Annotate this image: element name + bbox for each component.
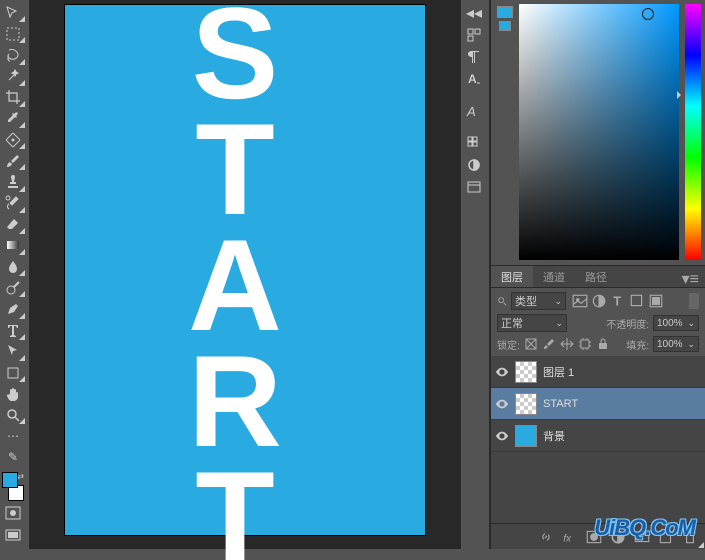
visibility-icon[interactable] [495,429,509,443]
canvas-area: START [30,0,460,549]
screen-mode-toggle[interactable] [0,526,26,547]
filter-image-icon[interactable] [572,293,588,309]
dodge-tool[interactable] [0,277,26,298]
panel-menu-icon[interactable]: ▾≡ [676,266,705,287]
panel-tabs: 图层 通道 路径 ▾≡ [491,266,705,288]
svg-text:A: A [466,104,476,119]
tab-paths[interactable]: 路径 [575,266,617,287]
lock-paint-icon[interactable] [542,337,556,351]
blur-tool[interactable] [0,256,26,277]
svg-text:fx: fx [563,533,572,544]
panel-fg-swatch[interactable] [497,6,513,18]
glyphs-panel-icon[interactable]: A [461,100,487,122]
color-swatches[interactable]: ⇄ [0,472,26,501]
foreground-color-swatch[interactable] [2,472,18,488]
character-panel-icon[interactable]: A [461,68,487,90]
filter-smart-icon[interactable] [648,293,664,309]
color-field[interactable] [519,4,679,260]
fill-value: 100% [657,339,683,350]
edit-toolbar[interactable]: ✎ [0,447,26,468]
patch-tool[interactable] [0,129,26,150]
lasso-tool[interactable] [0,44,26,65]
arrange-panel-icon[interactable] [461,24,487,46]
swap-colors-icon[interactable]: ⇄ [17,472,24,481]
brush-tool[interactable] [0,150,26,171]
shape-tool[interactable] [0,362,26,383]
stamp-tool[interactable] [0,171,26,192]
layer-fx-button[interactable]: fx [561,528,579,546]
color-indicator[interactable] [495,4,515,260]
gradient-tool[interactable] [0,235,26,256]
layer-name[interactable]: START [543,398,578,410]
layer-thumbnail[interactable] [515,393,537,415]
opacity-label: 不透明度: [606,316,649,331]
blend-mode-select[interactable]: 正常⌄ [497,314,567,332]
history-brush-tool[interactable] [0,193,26,214]
type-tool[interactable] [0,320,26,341]
tab-layers[interactable]: 图层 [491,266,533,287]
lock-artboard-icon[interactable] [578,337,592,351]
lock-position-icon[interactable] [560,337,574,351]
blend-mode-label: 正常 [501,315,523,331]
layer-controls: 类型⌄ T 正常⌄ 不透明度: 100%⌄ 锁定: [491,288,705,356]
opacity-value: 100% [657,318,683,329]
layers-panel: 图层 通道 路径 ▾≡ 类型⌄ T 正常⌄ 不透明度: [491,265,705,549]
eyedropper-tool[interactable] [0,108,26,129]
layer-thumbnail[interactable] [515,425,537,447]
fill-label: 填充: [626,337,649,352]
mid-toolbar: ◂◂ A A [460,0,490,549]
filter-adjust-icon[interactable] [591,293,607,309]
layer-row[interactable]: START [491,388,705,420]
crop-tool[interactable] [0,87,26,108]
color-picker-panel [491,0,705,265]
paragraph-panel-icon[interactable] [461,46,487,68]
hue-slider[interactable] [685,4,701,260]
svg-text:T: T [613,295,621,309]
layer-filter-type-label: 类型 [515,293,537,309]
fill-input[interactable]: 100%⌄ [653,336,699,352]
layer-name[interactable]: 图层 1 [543,364,574,380]
opacity-input[interactable]: 100%⌄ [653,315,699,331]
canvas-text-layer[interactable]: START [160,0,310,560]
wand-tool[interactable] [0,66,26,87]
document-canvas[interactable]: START [65,5,425,535]
right-panels: 图层 通道 路径 ▾≡ 类型⌄ T 正常⌄ 不透明度: [490,0,705,549]
adjustments-panel-icon[interactable] [461,154,487,176]
pen-tool[interactable] [0,298,26,319]
panel-bg-swatch[interactable] [499,21,511,31]
more-tools[interactable]: ⋯ [0,425,26,446]
link-layers-button[interactable] [537,528,555,546]
eraser-tool[interactable] [0,214,26,235]
tools-toolbar: ⋯ ✎ ⇄ [0,0,30,549]
watermark: UiBQ.CoM [594,515,695,541]
visibility-icon[interactable] [495,397,509,411]
marquee-tool[interactable] [0,23,26,44]
hand-tool[interactable] [0,383,26,404]
layer-row[interactable]: 图层 1 [491,356,705,388]
lock-pixels-icon[interactable] [524,337,538,351]
zoom-tool[interactable] [0,404,26,425]
filter-text-icon[interactable]: T [610,293,626,309]
layer-row[interactable]: 背景 [491,420,705,452]
filter-toggle[interactable] [689,293,699,309]
lock-all-icon[interactable] [596,337,610,351]
layer-thumbnail[interactable] [515,361,537,383]
move-tool[interactable] [0,2,26,23]
filter-shape-icon[interactable] [629,293,645,309]
layer-filter-type[interactable]: 类型⌄ [511,292,566,310]
color-field-cursor [642,8,654,20]
swatches-panel-icon[interactable] [461,132,487,154]
visibility-icon[interactable] [495,365,509,379]
tab-channels[interactable]: 通道 [533,266,575,287]
properties-panel-icon[interactable] [461,176,487,198]
lock-label: 锁定: [497,337,520,352]
layer-list: 图层 1 START 背景 [491,356,705,523]
quick-mask-toggle[interactable] [0,503,26,524]
path-select-tool[interactable] [0,341,26,362]
svg-text:A: A [468,72,477,86]
search-icon [497,296,507,306]
layer-name[interactable]: 背景 [543,428,565,444]
collapse-panels-icon[interactable]: ◂◂ [461,2,487,24]
